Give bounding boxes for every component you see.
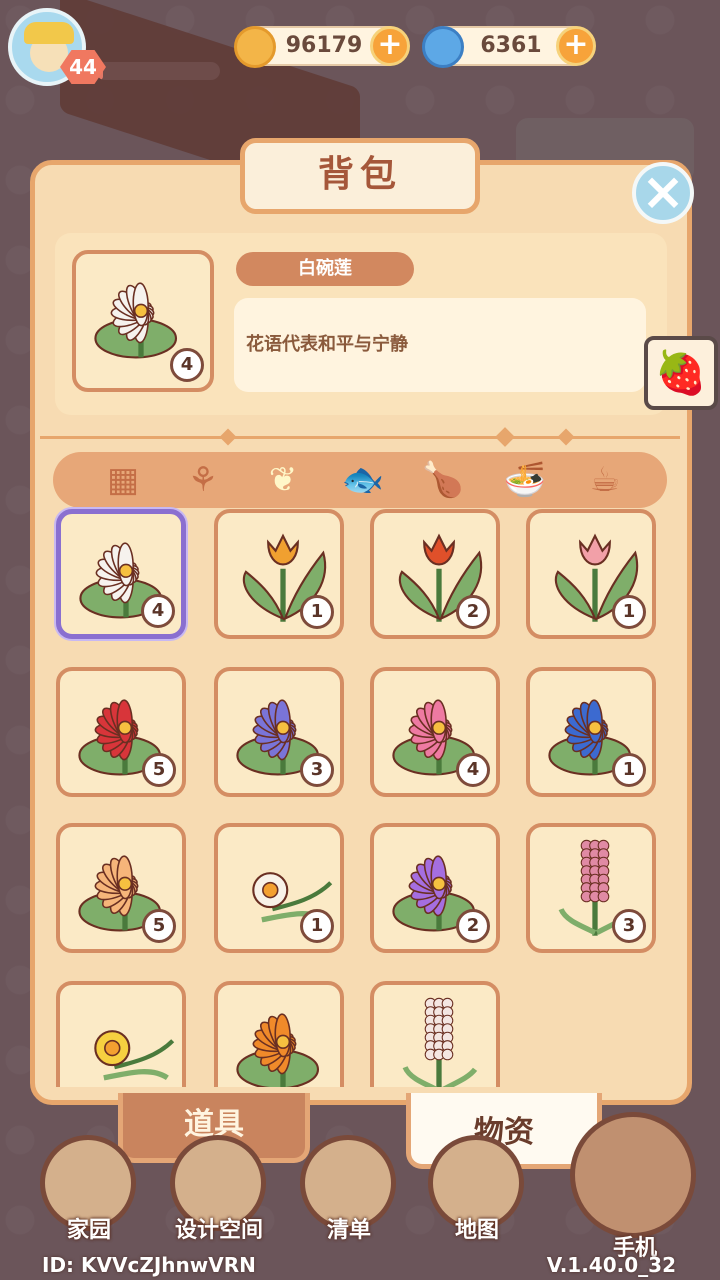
inventory-slot-yellow-daffodil[interactable] <box>56 981 186 1087</box>
bowl-icon[interactable]: 🍜 <box>490 456 560 504</box>
inventory-slot-purple-waterlily[interactable]: 3 <box>214 667 344 797</box>
coin-icon <box>234 26 276 68</box>
item-count: 4 <box>141 594 175 628</box>
inventory-slot-pink-tulip[interactable]: 1 <box>526 509 656 639</box>
coin-counter: 96179 + <box>234 26 410 68</box>
inventory-grid: 4 1 2 1 5 3 4 1 5 1 2 3 <box>40 505 680 1087</box>
nav-label-home: 家园 <box>66 1218 111 1243</box>
app-version: V.1.40.0_32 <box>546 1253 676 1277</box>
item-description: 花语代表和平与宁静 <box>246 334 408 355</box>
add-gems-button[interactable]: + <box>556 26 596 66</box>
item-count: 1 <box>300 595 334 629</box>
nav-label-design: 设计空间 <box>174 1218 263 1243</box>
inventory-slot-peach-waterlily[interactable]: 5 <box>56 823 186 953</box>
item-count: 2 <box>456 595 490 629</box>
inventory-slot-blue-waterlily[interactable]: 1 <box>526 667 656 797</box>
avatar-hat <box>24 22 74 44</box>
inventory-slot-pink-hyacinth[interactable]: 3 <box>526 823 656 953</box>
inventory-slot-orange-waterlily[interactable] <box>214 981 344 1087</box>
item-count: 5 <box>142 753 176 787</box>
phone-icon[interactable] <box>570 1112 696 1238</box>
orange-waterlily-icon <box>236 1013 320 1087</box>
item-count: 1 <box>300 909 334 943</box>
nav-label-list: 清单 <box>326 1218 371 1243</box>
gem-counter: 6361 + <box>422 26 596 68</box>
cup-icon[interactable]: ☕ <box>570 456 640 504</box>
item-count: 1 <box>612 753 646 787</box>
seed-bag-icon[interactable]: ⚘ <box>168 456 238 504</box>
white-hyacinth-icon <box>402 997 478 1087</box>
item-name-label: 白碗莲 <box>236 252 414 286</box>
inventory-slot-red-tulip[interactable]: 2 <box>370 509 500 639</box>
item-count: 3 <box>300 753 334 787</box>
section-divider <box>40 436 680 439</box>
strawberry-shortcut-button[interactable]: 🍓 <box>644 336 718 410</box>
nav-label-map: 地图 <box>454 1218 499 1243</box>
item-count: 2 <box>456 909 490 943</box>
inventory-slot-white-narcissus[interactable]: 1 <box>214 823 344 953</box>
grid-icon[interactable]: ▦ <box>88 456 158 504</box>
yellow-daffodil-icon <box>94 1030 175 1081</box>
swirl-gem-icon <box>422 26 464 68</box>
panel-title: 背包 <box>240 138 480 214</box>
item-description-box: 花语代表和平与宁静 <box>234 298 646 392</box>
drumstick-icon[interactable]: 🍗 <box>408 456 478 504</box>
fish-icon[interactable]: 🐟 <box>328 456 398 504</box>
xp-bar <box>96 62 220 80</box>
player-id: ID: KVVcZJhnwVRN <box>42 1253 256 1277</box>
inventory-slot-orange-tulip[interactable]: 1 <box>214 509 344 639</box>
add-coins-button[interactable]: + <box>370 26 410 66</box>
inventory-slot-white-hyacinth[interactable] <box>370 981 500 1087</box>
item-count: 5 <box>142 909 176 943</box>
item-count: 4 <box>456 753 490 787</box>
selected-item-count: 4 <box>170 348 204 382</box>
selected-item-thumbnail: 4 <box>72 250 214 392</box>
inventory-slot-violet-waterlily[interactable]: 2 <box>370 823 500 953</box>
item-count: 3 <box>612 909 646 943</box>
sprout-icon[interactable]: ❦ <box>248 456 318 504</box>
item-count: 1 <box>612 595 646 629</box>
close-icon[interactable]: × <box>632 162 694 224</box>
inventory-slot-pink-waterlily[interactable]: 4 <box>370 667 500 797</box>
coin-value: 96179 <box>285 33 363 58</box>
inventory-slot-red-waterlily[interactable]: 5 <box>56 667 186 797</box>
gem-value: 6361 <box>480 33 542 58</box>
inventory-slot-white-waterlily[interactable]: 4 <box>56 509 186 639</box>
